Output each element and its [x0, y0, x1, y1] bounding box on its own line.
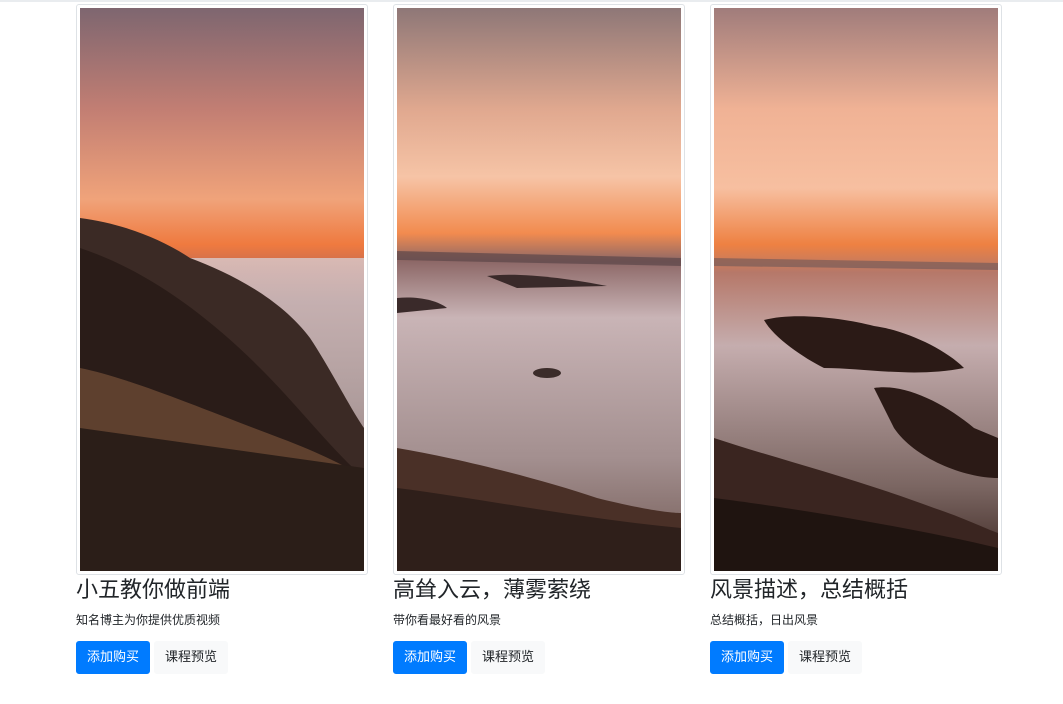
course-card-list: 小五教你做前端 知名博主为你提供优质视频 添加购买 课程预览 高耸入云，薄雾萦绕… — [0, 0, 1063, 704]
course-title: 小五教你做前端 — [76, 578, 231, 603]
course-thumbnail — [710, 4, 1002, 575]
course-title: 风景描述，总结概括 — [710, 578, 909, 603]
course-card: 风景描述，总结概括 总结概括，日出风景 添加购买 课程预览 — [710, 4, 1002, 674]
course-card: 高耸入云，薄雾萦绕 带你看最好看的风景 添加购买 课程预览 — [393, 4, 685, 674]
add-to-cart-button[interactable]: 添加购买 — [76, 641, 151, 674]
add-to-cart-button[interactable]: 添加购买 — [393, 641, 468, 674]
course-description: 带你看最好看的风景 — [393, 613, 502, 627]
course-actions: 添加购买 课程预览 — [76, 641, 368, 674]
course-description: 总结概括，日出风景 — [710, 613, 819, 627]
landscape-image — [397, 8, 681, 571]
landscape-image — [714, 8, 998, 571]
course-card: 小五教你做前端 知名博主为你提供优质视频 添加购买 课程预览 — [76, 4, 368, 674]
course-description: 知名博主为你提供优质视频 — [76, 613, 221, 627]
course-thumbnail — [76, 4, 368, 575]
course-actions: 添加购买 课程预览 — [393, 641, 685, 674]
add-to-cart-button[interactable]: 添加购买 — [710, 641, 785, 674]
course-preview-button[interactable]: 课程预览 — [788, 641, 863, 674]
course-preview-button[interactable]: 课程预览 — [471, 641, 546, 674]
course-actions: 添加购买 课程预览 — [710, 641, 1002, 674]
course-title: 高耸入云，薄雾萦绕 — [393, 578, 592, 603]
course-preview-button[interactable]: 课程预览 — [154, 641, 229, 674]
course-thumbnail — [393, 4, 685, 575]
landscape-image — [80, 8, 364, 571]
